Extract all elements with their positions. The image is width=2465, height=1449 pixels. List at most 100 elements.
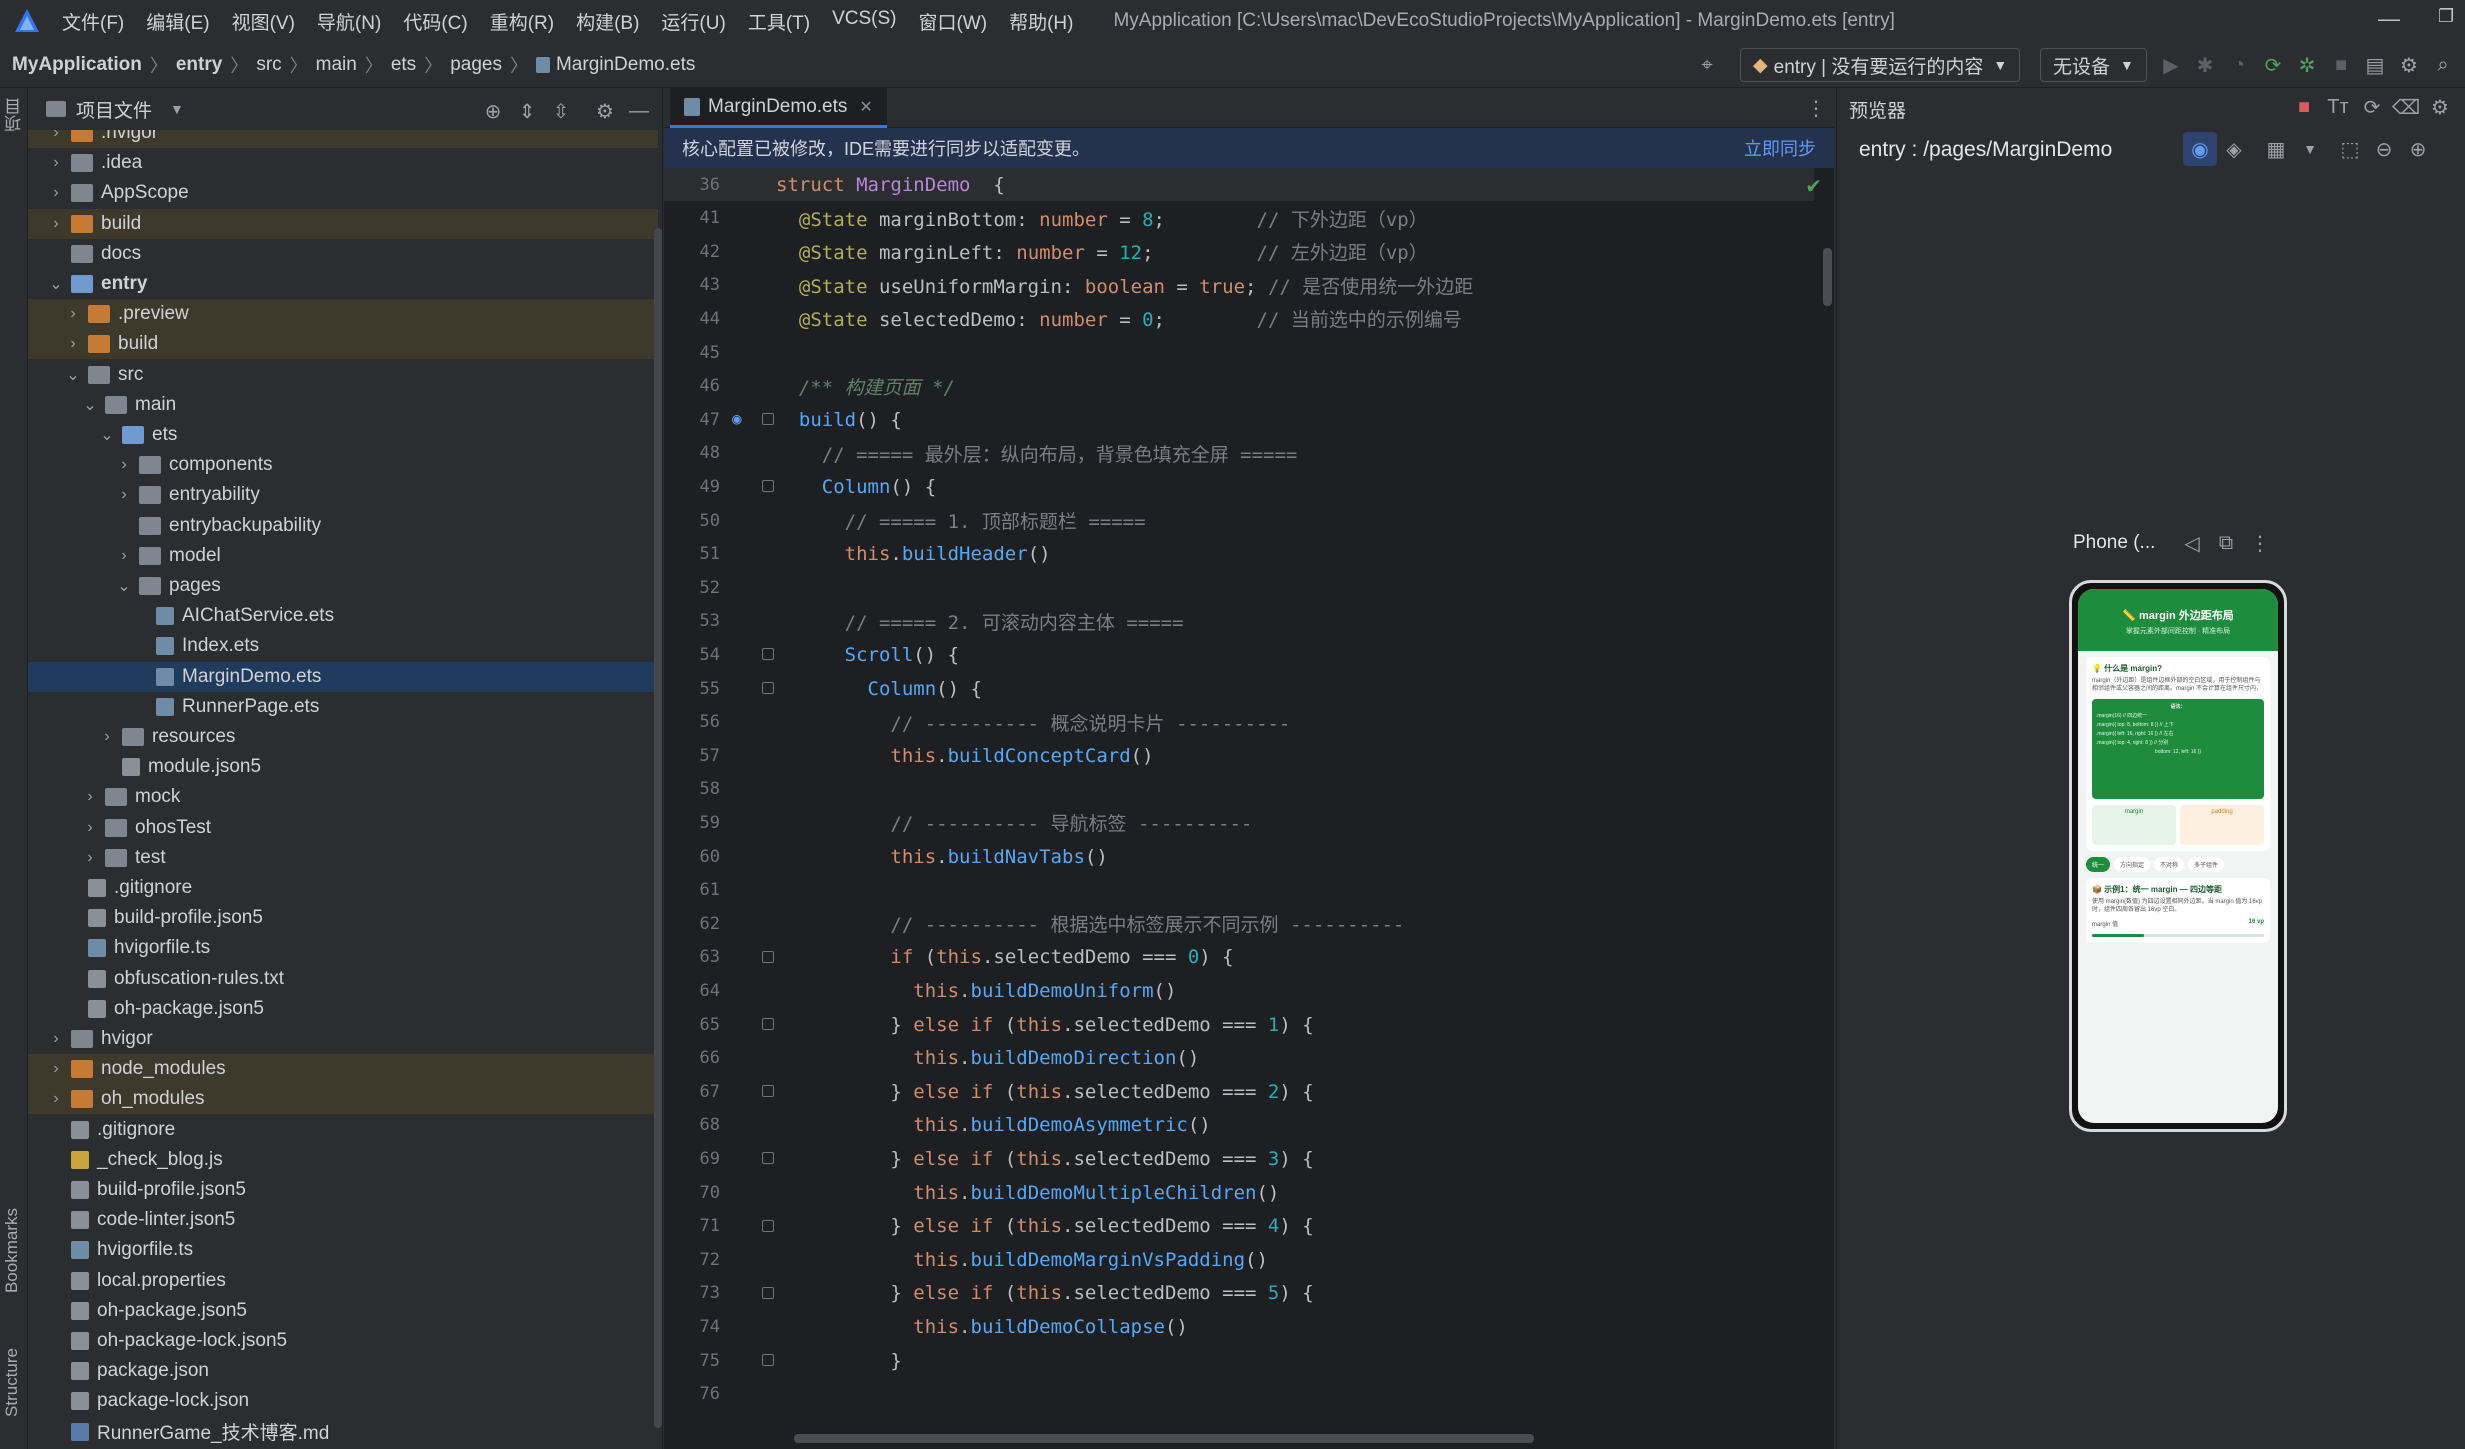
tree-item[interactable]: docs bbox=[28, 239, 658, 269]
tree-item[interactable]: › .preview bbox=[28, 299, 658, 330]
chevron-down-icon[interactable]: ⌄ bbox=[115, 576, 133, 596]
search-icon[interactable]: ⌕ bbox=[2426, 48, 2460, 82]
code-line[interactable]: 43 @State useUniformMargin: boolean = tr… bbox=[664, 269, 1814, 302]
menu-item[interactable]: 构建(B) bbox=[576, 8, 639, 35]
fold-icon[interactable] bbox=[762, 1085, 774, 1098]
tree-item[interactable]: RunnerPage.ets bbox=[28, 692, 658, 722]
tree-item[interactable]: › components bbox=[28, 450, 658, 480]
tree-item[interactable]: › ohosTest bbox=[28, 813, 658, 843]
debug-icon[interactable]: ✱ bbox=[2188, 48, 2222, 82]
line-number[interactable]: 57 bbox=[664, 746, 720, 766]
fold-icon[interactable] bbox=[762, 648, 774, 661]
line-number[interactable]: 73 bbox=[664, 1283, 720, 1303]
line-number[interactable]: 67 bbox=[664, 1082, 720, 1102]
fold-icon[interactable] bbox=[762, 1018, 774, 1030]
menu-item[interactable]: 视图(V) bbox=[232, 8, 295, 35]
line-number[interactable]: 75 bbox=[664, 1351, 720, 1371]
tree-item[interactable]: obfuscation-rules.txt bbox=[28, 964, 658, 994]
chevron-right-icon[interactable]: › bbox=[47, 184, 65, 202]
tree-item[interactable]: package.json bbox=[28, 1356, 658, 1386]
tree-item[interactable]: AIChatService.ets bbox=[28, 601, 658, 631]
tree-item[interactable]: ⌄ pages bbox=[28, 571, 658, 601]
menu-item[interactable]: 重构(R) bbox=[490, 8, 554, 35]
refresh-icon[interactable]: ⟳ bbox=[2355, 90, 2389, 124]
code-line[interactable]: 69 } else if (this.selectedDemo === 3) { bbox=[664, 1142, 1814, 1175]
code-line[interactable]: 51 this.buildHeader() bbox=[664, 538, 1814, 571]
line-number[interactable]: 76 bbox=[664, 1384, 720, 1404]
code-line[interactable]: 76 bbox=[664, 1378, 1814, 1408]
breadcrumb-item[interactable]: main bbox=[316, 54, 357, 76]
demo-tab[interactable]: 多子组件 bbox=[2188, 857, 2225, 872]
tree-item[interactable]: _check_blog.js bbox=[28, 1145, 658, 1175]
locate-file-icon[interactable]: ⊕ bbox=[476, 94, 510, 128]
chevron-right-icon[interactable]: › bbox=[64, 305, 82, 323]
tree-item[interactable]: Index.ets bbox=[28, 631, 658, 661]
code-line[interactable]: 75 } bbox=[664, 1344, 1814, 1377]
tree-item[interactable]: entrybackupability bbox=[28, 511, 658, 541]
line-number[interactable]: 72 bbox=[664, 1250, 720, 1270]
tree-item[interactable]: oh-package.json5 bbox=[28, 1296, 658, 1326]
editor-vertical-scrollbar[interactable] bbox=[1823, 248, 1832, 306]
line-number[interactable]: 41 bbox=[664, 208, 720, 228]
tree-item[interactable]: package-lock.json bbox=[28, 1386, 658, 1416]
chevron-down-icon[interactable]: ⌄ bbox=[81, 395, 99, 415]
chevron-right-icon[interactable]: › bbox=[115, 486, 133, 504]
line-number[interactable]: 49 bbox=[664, 477, 720, 497]
code-line[interactable]: 68 this.buildDemoAsymmetric() bbox=[664, 1109, 1814, 1142]
run-icon[interactable]: ▶ bbox=[2154, 48, 2188, 82]
menu-item[interactable]: 运行(U) bbox=[661, 8, 725, 35]
menu-item[interactable]: 代码(C) bbox=[403, 8, 467, 35]
code-line[interactable]: 50 // ===== 1. 顶部标题栏 ===== bbox=[664, 504, 1814, 537]
chevron-right-icon[interactable]: › bbox=[81, 788, 99, 806]
tree-item[interactable]: › entryability bbox=[28, 480, 658, 510]
code-line[interactable]: 48 // ===== 最外层：纵向布局，背景色填充全屏 ===== bbox=[664, 437, 1814, 470]
demo-tab[interactable]: 方向指定 bbox=[2114, 857, 2151, 872]
breadcrumb-item[interactable]: pages bbox=[450, 54, 502, 76]
chevron-right-icon[interactable]: › bbox=[81, 819, 99, 837]
tree-item[interactable]: ⌄ ets bbox=[28, 420, 658, 450]
breadcrumb-item[interactable]: MyApplication bbox=[12, 54, 142, 76]
line-number[interactable]: 44 bbox=[664, 309, 720, 329]
line-number[interactable]: 66 bbox=[664, 1048, 720, 1068]
code-line[interactable]: 54 Scroll() { bbox=[664, 638, 1814, 671]
code-line[interactable]: 70 this.buildDemoMultipleChildren() bbox=[664, 1176, 1814, 1209]
code-line[interactable]: 60 this.buildNavTabs() bbox=[664, 840, 1814, 873]
expand-all-icon[interactable]: ⇕ bbox=[510, 94, 544, 128]
bookmarks-tool-tab[interactable]: Bookmarks bbox=[2, 1208, 22, 1293]
tree-item[interactable]: › test bbox=[28, 843, 658, 873]
line-number[interactable]: 36 bbox=[664, 175, 720, 195]
code-line[interactable]: 61 bbox=[664, 874, 1814, 907]
chevron-right-icon[interactable]: › bbox=[47, 1090, 65, 1108]
tree-item[interactable]: › resources bbox=[28, 722, 658, 752]
line-number[interactable]: 63 bbox=[664, 947, 720, 967]
line-number[interactable]: 45 bbox=[664, 343, 720, 363]
line-number[interactable]: 59 bbox=[664, 813, 720, 833]
font-size-icon[interactable]: Tт bbox=[2321, 90, 2355, 124]
code-line[interactable]: 42 @State marginLeft: number = 12; // 左外… bbox=[664, 235, 1814, 268]
tree-item[interactable]: hvigorfile.ts bbox=[28, 1235, 658, 1265]
tree-item[interactable]: › node_modules bbox=[28, 1054, 658, 1085]
tree-item[interactable]: › .hvigor bbox=[28, 130, 658, 148]
line-number[interactable]: 74 bbox=[664, 1317, 720, 1337]
sdk-manager-icon[interactable]: ⚙ bbox=[2392, 48, 2426, 82]
code-line[interactable]: 62 // ---------- 根据选中标签展示不同示例 ---------- bbox=[664, 907, 1814, 940]
code-line[interactable]: 67 } else if (this.selectedDemo === 2) { bbox=[664, 1075, 1814, 1108]
code-line[interactable]: 58 bbox=[664, 773, 1814, 806]
project-structure-icon[interactable]: ▤ bbox=[2358, 48, 2392, 82]
margin-slider[interactable] bbox=[2092, 934, 2264, 937]
editor-horizontal-scrollbar[interactable] bbox=[794, 1434, 1534, 1443]
run-config-dropdown[interactable]: ◆ entry | 没有要运行的内容 ▼ bbox=[1740, 48, 2021, 82]
code-line[interactable]: 64 this.buildDemoUniform() bbox=[664, 974, 1814, 1007]
chevron-down-icon[interactable]: ⌄ bbox=[47, 274, 65, 294]
line-number[interactable]: 54 bbox=[664, 645, 720, 665]
code-line[interactable]: 65 } else if (this.selectedDemo === 1) { bbox=[664, 1008, 1814, 1041]
structure-tool-tab[interactable]: Structure bbox=[2, 1348, 22, 1417]
fit-screen-icon[interactable]: ⬚ bbox=[2333, 132, 2367, 166]
line-number[interactable]: 55 bbox=[664, 679, 720, 699]
line-number[interactable]: 64 bbox=[664, 981, 720, 1001]
tree-item[interactable]: MarginDemo.ets bbox=[28, 661, 658, 692]
reload-icon[interactable]: ⟳ bbox=[2256, 48, 2290, 82]
tree-item[interactable]: › build bbox=[28, 329, 658, 360]
fold-icon[interactable] bbox=[762, 1286, 774, 1299]
code-line[interactable]: 41 @State marginBottom: number = 8; // 下… bbox=[664, 202, 1814, 235]
